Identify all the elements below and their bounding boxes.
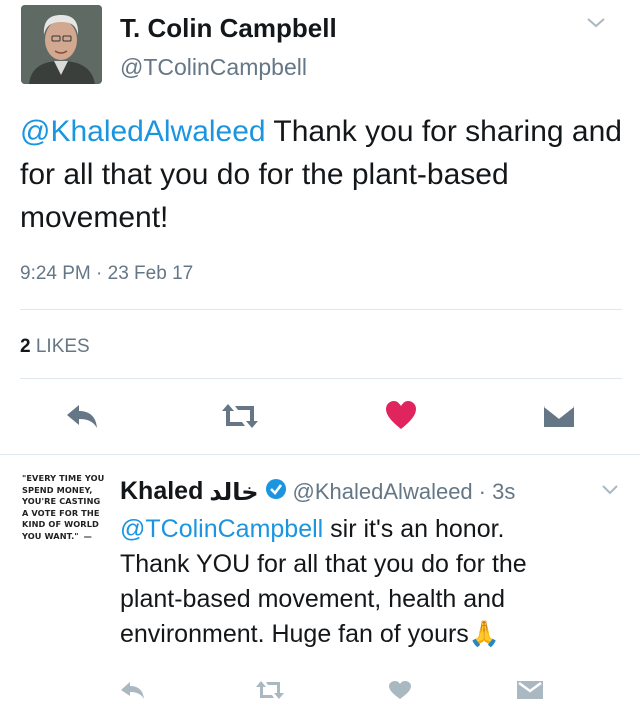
reply-text: @TColinCampbell sir it's an honor. Thank… [120, 512, 527, 652]
reply-line: @TColinCampbell sir it's an honor. [120, 512, 527, 547]
like-heart-icon[interactable] [385, 400, 417, 435]
reply-icon[interactable] [65, 402, 99, 435]
verified-badge-icon [265, 478, 287, 505]
chevron-down-icon[interactable] [585, 16, 607, 35]
reply-header: Khaled خالد @KhaledAlwaleed · 3s [120, 477, 515, 506]
reply-author-name[interactable]: Khaled [120, 477, 203, 506]
reply-line-text: sir it's an honor. [323, 515, 505, 543]
chevron-down-icon[interactable] [600, 483, 620, 501]
author-handle[interactable]: @TColinCampbell [120, 54, 307, 81]
avatar-portrait [21, 5, 102, 84]
quote-line: YOU WANT." [22, 530, 79, 541]
reply-author-handle[interactable]: @KhaledAlwaleed [293, 479, 473, 505]
quote-line: SPEND MONEY, [22, 484, 93, 495]
reply-mention-link[interactable]: @TColinCampbell [120, 515, 323, 543]
reply-author-arabic[interactable]: خالد [209, 478, 258, 506]
quote-line: A VOTE FOR THE [22, 507, 100, 518]
reply-time[interactable]: · 3s [479, 479, 516, 505]
likes-label: LIKES [35, 336, 90, 357]
reply-line: Thank YOU for all that you do for the [120, 550, 527, 578]
quote-line: KIND OF WORLD [22, 519, 99, 530]
praying-hands-emoji: 🙏 [468, 620, 500, 648]
reply-line: plant-based movement, health and [120, 585, 505, 613]
author-name[interactable]: T. Colin Campbell [120, 13, 337, 44]
retweet-icon[interactable] [220, 402, 260, 435]
likes-number: 2 [20, 336, 31, 357]
reply-line-text: environment. Huge fan of yours [120, 620, 469, 648]
tweet-text: @KhaledAlwaleed Thank you for sharing an… [20, 110, 630, 239]
quote-dash: — [83, 530, 92, 541]
avatar[interactable]: "EVERY TIME YOU SPEND MONEY, YOU'RE CAST… [22, 473, 106, 561]
tweet-separator [0, 454, 640, 455]
quote-line: "EVERY TIME YOU [22, 473, 105, 483]
tweet-mention-link[interactable]: @KhaledAlwaleed [20, 115, 266, 148]
direct-message-icon[interactable] [541, 402, 577, 435]
quote-line: YOU'RE CASTING [22, 496, 101, 507]
reply-line: environment. Huge fan of yours🙏 [120, 617, 527, 652]
avatar[interactable] [21, 5, 102, 84]
likes-count[interactable]: 2 LIKES [20, 336, 90, 358]
divider [20, 309, 622, 310]
tweet-timestamp[interactable]: 9:24 PM · 23 Feb 17 [20, 263, 193, 285]
divider [20, 378, 622, 379]
